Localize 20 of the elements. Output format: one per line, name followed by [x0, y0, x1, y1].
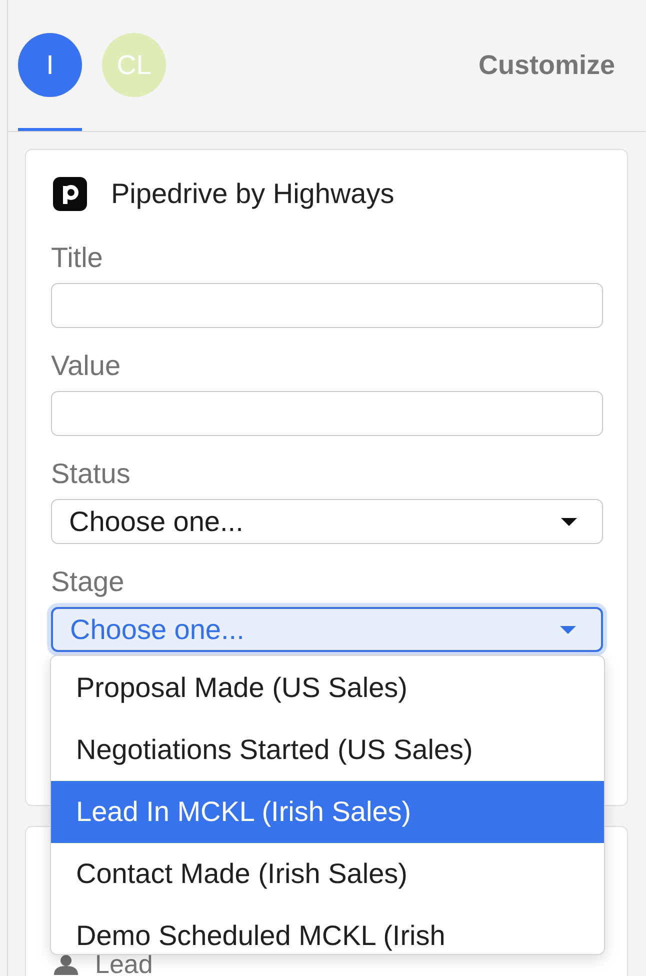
field-label: Stage	[51, 567, 124, 597]
dropdown-option[interactable]: Proposal Made (US Sales)	[51, 657, 604, 719]
caret-icon	[560, 626, 576, 634]
dropdown-option[interactable]: Lead In MCKL (Irish Sales)	[51, 781, 604, 843]
text-input[interactable]	[51, 283, 603, 328]
dropdown-option[interactable]: Demo Scheduled MCKL (Irish	[51, 905, 604, 953]
record-label: Lead	[95, 954, 153, 975]
dropdown-option[interactable]: Negotiations Started (US Sales)	[51, 719, 604, 781]
field-label: Value	[51, 351, 121, 381]
field-label: Status	[51, 459, 130, 489]
avatar-tab[interactable]: I	[18, 33, 82, 97]
customize-button[interactable]: Customize	[478, 33, 615, 97]
card-title: Pipedrive by Highways	[111, 177, 394, 211]
logo-icon	[53, 177, 87, 211]
person-icon	[52, 954, 80, 974]
text-input[interactable]	[51, 391, 603, 436]
dropdown-select[interactable]: Choose one...	[51, 499, 603, 544]
field-label: Title	[51, 243, 103, 273]
dropdown-option[interactable]: Contact Made (Irish Sales)	[51, 843, 604, 905]
caret-icon	[561, 518, 577, 526]
